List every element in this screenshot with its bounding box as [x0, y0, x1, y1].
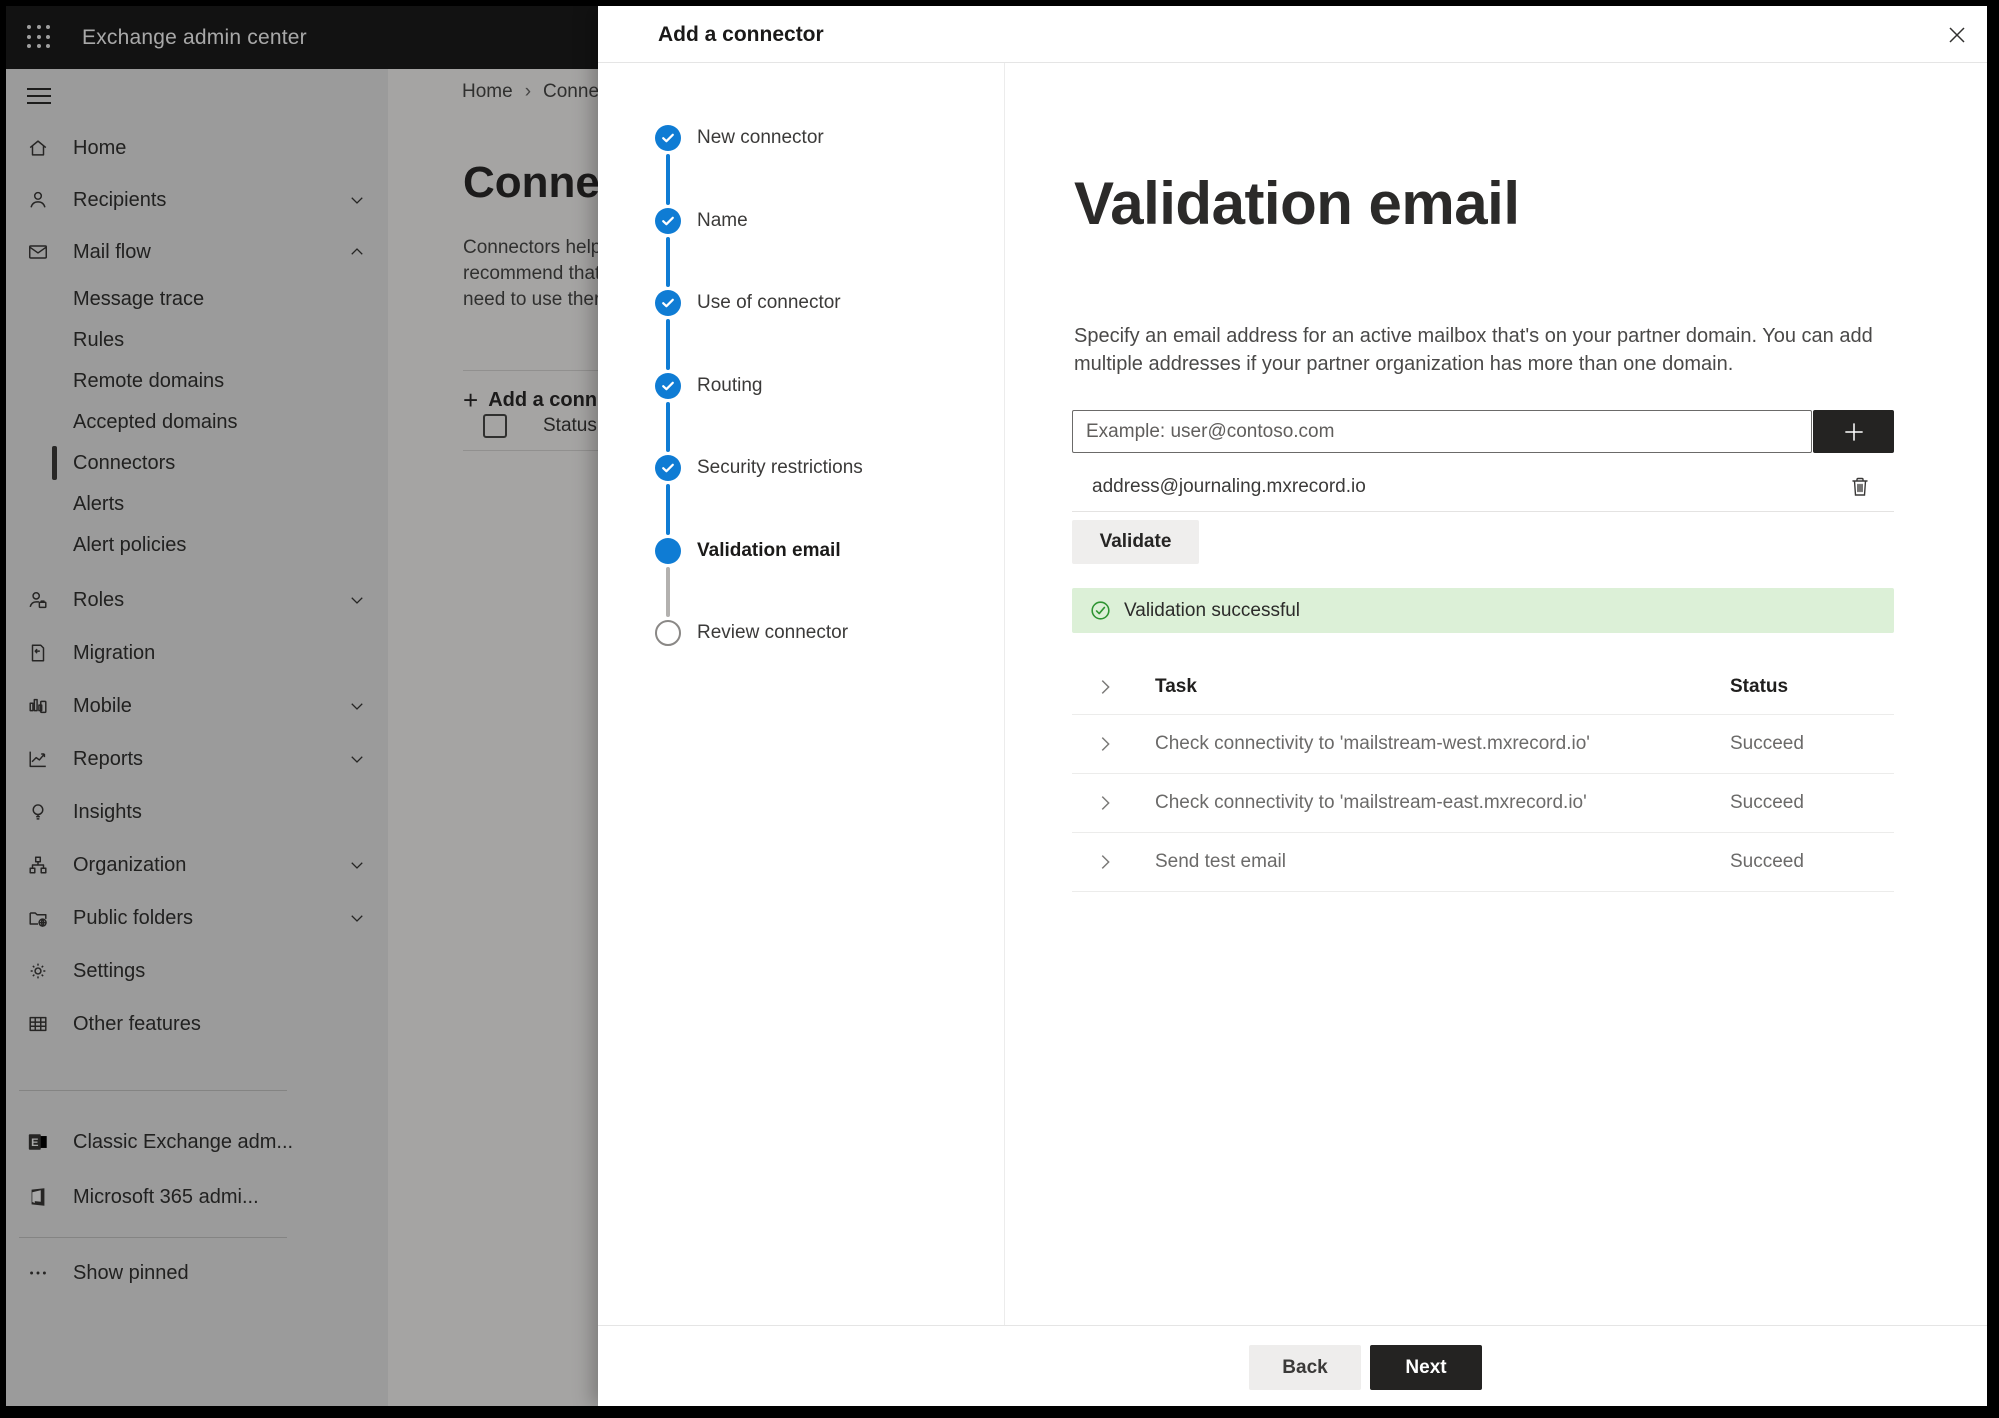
step-complete-icon	[655, 290, 681, 316]
step-connector-line	[666, 566, 670, 617]
table-row: Send test email Succeed	[1072, 833, 1894, 892]
step-connector-line	[666, 236, 670, 287]
step-pending-icon	[655, 620, 681, 646]
table-header-row: Task Status	[1072, 659, 1894, 715]
expand-row-chevron-icon[interactable]	[1094, 733, 1116, 755]
email-address-input[interactable]	[1072, 410, 1812, 453]
task-cell: Check connectivity to 'mailstream-west.m…	[1155, 733, 1590, 754]
plus-icon	[1844, 422, 1863, 441]
status-cell: Succeed	[1730, 733, 1804, 754]
step-current-icon	[655, 537, 681, 564]
expand-all-chevron-icon[interactable]	[1094, 676, 1116, 698]
task-cell: Send test email	[1155, 851, 1286, 872]
task-column-header: Task	[1155, 675, 1197, 697]
wizard-steps-nav: New connector Name Use of connector Routing…	[598, 63, 1005, 1406]
step-label: Review connector	[697, 622, 849, 643]
expand-row-chevron-icon[interactable]	[1094, 792, 1116, 814]
step-label: Routing	[697, 374, 763, 396]
next-button[interactable]: Next	[1370, 1345, 1482, 1390]
address-email: address@journaling.mxrecord.io	[1092, 476, 1366, 497]
step-label: Validation email	[697, 539, 841, 561]
close-icon[interactable]	[1945, 23, 1969, 47]
exchange-admin-app: Exchange admin center Home Recipients Mail…	[6, 6, 1987, 1406]
panel-footer: Back Next	[598, 1325, 1987, 1406]
expand-row-chevron-icon[interactable]	[1094, 851, 1116, 873]
step-connector-line	[666, 154, 670, 205]
step-connector-line	[666, 484, 670, 535]
status-column-header: Status	[1730, 675, 1789, 697]
back-button[interactable]: Back	[1249, 1345, 1361, 1390]
table-row: Check connectivity to 'mailstream-west.m…	[1072, 715, 1894, 774]
panel-content: Validation email Specify an email addres…	[1005, 63, 1987, 1326]
validation-success-banner: Validation successful	[1072, 588, 1894, 633]
step-complete-icon	[655, 455, 681, 481]
divider	[1072, 511, 1894, 512]
step-connector-line	[666, 401, 670, 452]
panel-title: Add a connector	[658, 23, 824, 46]
success-check-icon	[1090, 600, 1111, 621]
task-cell: Check connectivity to 'mailstream-east.m…	[1155, 792, 1587, 813]
step-complete-icon	[655, 207, 681, 234]
wizard-step-name[interactable]: Name	[598, 206, 1005, 236]
delete-address-icon[interactable]	[1848, 474, 1874, 500]
wizard-step-routing[interactable]: Routing	[598, 371, 1005, 401]
add-address-button[interactable]	[1813, 410, 1894, 453]
wizard-step-use-of-connector[interactable]: Use of connector	[598, 288, 1005, 318]
validation-tasks-table: Task Status Check connectivity to 'mailstr…	[1072, 659, 1894, 892]
step-label: Security restrictions	[697, 457, 863, 478]
wizard-step-security-restrictions[interactable]: Security restrictions	[598, 453, 1005, 483]
step-complete-icon	[655, 372, 681, 399]
page-title: Validation email	[1074, 170, 1520, 237]
step-label: Name	[697, 209, 748, 231]
wizard-step-review-connector[interactable]: Review connector	[598, 618, 1005, 648]
status-cell: Succeed	[1730, 851, 1804, 872]
add-connector-panel: Add a connector New connector Name Use of …	[598, 6, 1987, 1406]
table-row: Check connectivity to 'mailstream-east.m…	[1072, 774, 1894, 833]
step-complete-icon	[655, 125, 681, 151]
status-cell: Succeed	[1730, 792, 1804, 813]
step-label: Use of connector	[697, 292, 841, 313]
validate-button[interactable]: Validate	[1072, 520, 1199, 564]
address-list-item: address@journaling.mxrecord.io	[1072, 465, 1894, 510]
wizard-step-validation-email[interactable]: Validation email	[598, 536, 1005, 566]
step-label: New connector	[697, 127, 824, 148]
panel-header: Add a connector	[598, 6, 1987, 63]
banner-text: Validation successful	[1124, 599, 1301, 621]
step-connector-line	[666, 319, 670, 370]
wizard-step-new-connector[interactable]: New connector	[598, 123, 1005, 153]
page-description: Specify an email address for an active m…	[1074, 325, 1873, 375]
